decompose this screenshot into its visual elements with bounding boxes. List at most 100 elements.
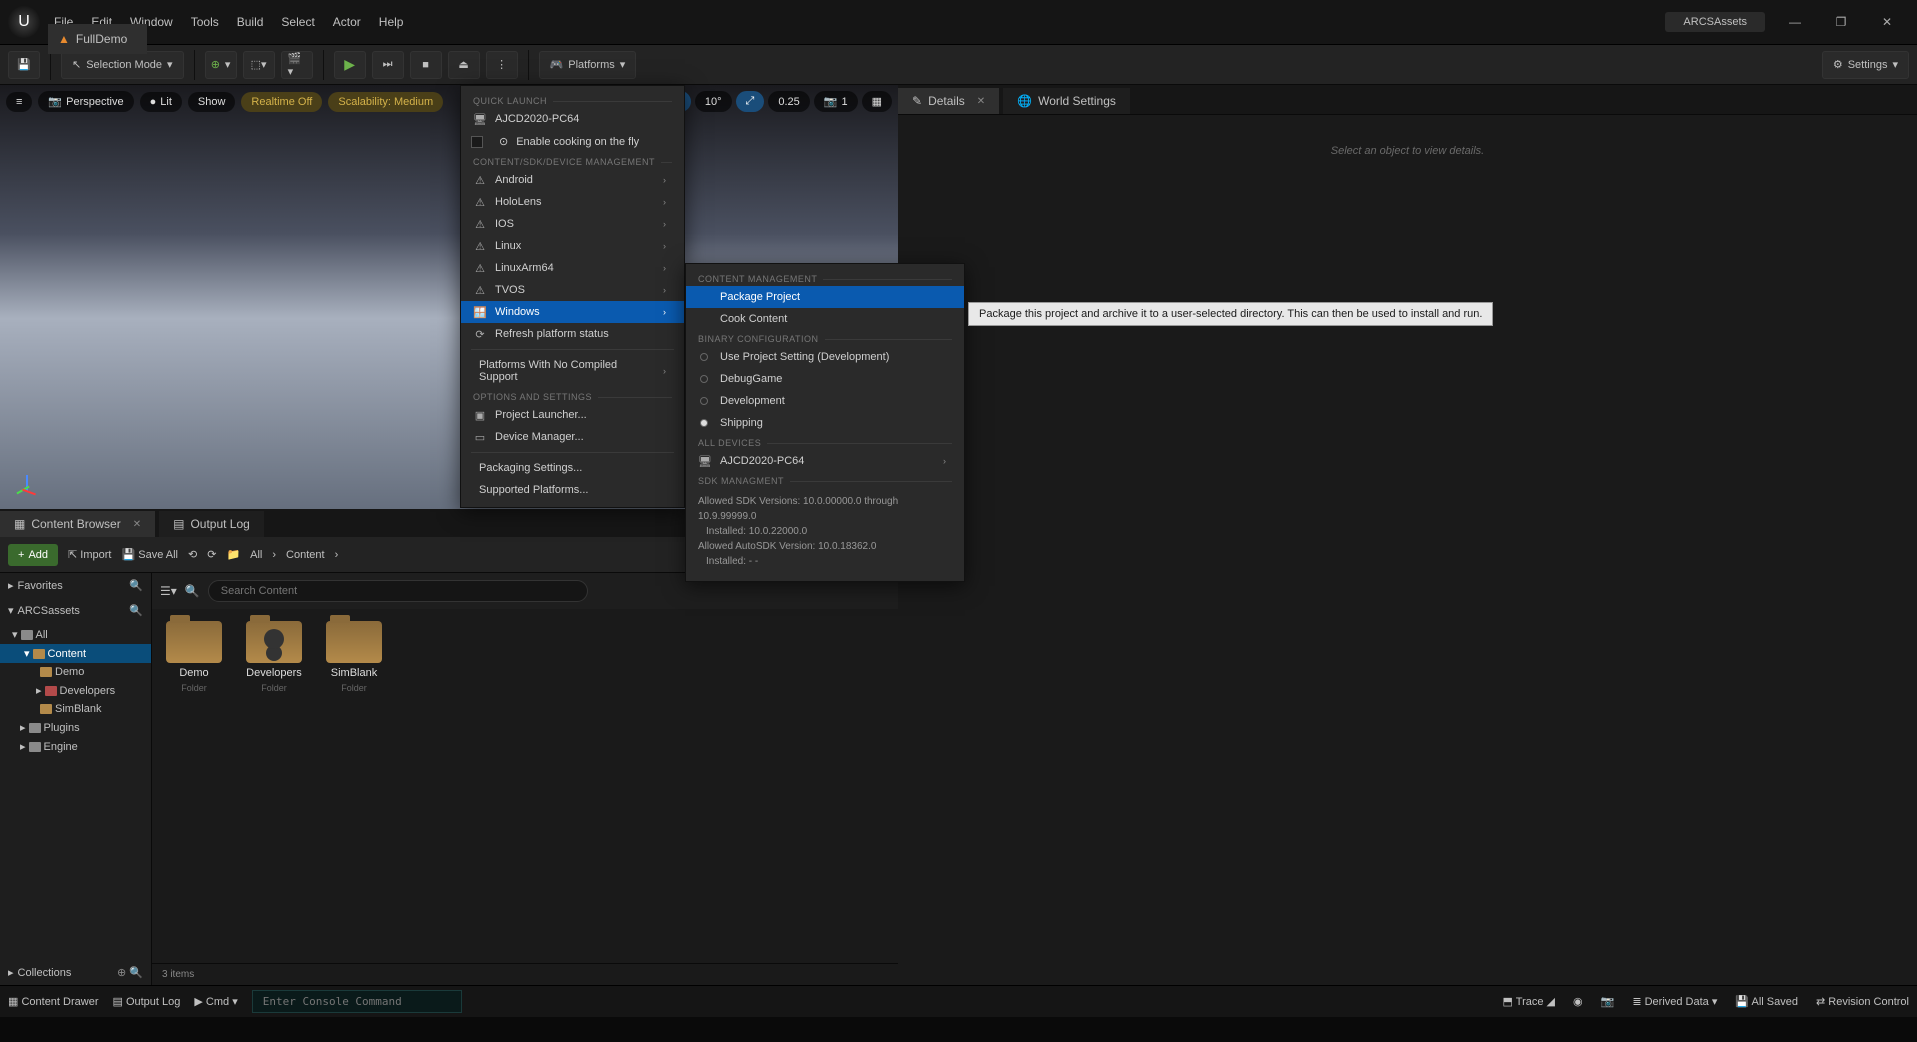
add-content-button[interactable]: ⊕▾ [205, 51, 237, 79]
collections-section[interactable]: ▸ Collections⊕ 🔍 [0, 960, 151, 985]
eject-button[interactable]: ⏏ [448, 51, 480, 79]
menu-actor[interactable]: Actor [333, 15, 361, 29]
section-sdk: SDK MANAGMENT [686, 472, 964, 488]
tree-plugins[interactable]: ▸Plugins [0, 718, 151, 737]
menu-help[interactable]: Help [379, 15, 404, 29]
config-shipping[interactable]: Shipping [686, 412, 964, 434]
viewport-layout-button[interactable]: ▦ [862, 91, 892, 112]
menu-tools[interactable]: Tools [191, 15, 219, 29]
breadcrumb-content[interactable]: Content [286, 549, 325, 561]
realtime-badge[interactable]: Realtime Off [241, 92, 322, 112]
tab-output-log[interactable]: ▤ Output Log [159, 511, 264, 537]
skip-button[interactable]: ⏭ [372, 51, 404, 79]
minimize-button[interactable]: — [1779, 8, 1811, 36]
packaging-settings[interactable]: Packaging Settings... [461, 457, 684, 479]
warning-icon: ⚠ [473, 196, 487, 209]
settings-button[interactable]: ⚙ Settings ▾ [1822, 51, 1909, 79]
perspective-button[interactable]: 📷 Perspective [38, 91, 133, 112]
warning-icon: ⚠ [473, 174, 487, 187]
search-icon[interactable]: 🔍 [129, 604, 143, 617]
platforms-button[interactable]: 🎮 Platforms ▾ [539, 51, 637, 79]
cinematics-button[interactable]: 🎬▾ [281, 51, 313, 79]
scale-value[interactable]: 0.25 [768, 91, 809, 112]
save-button[interactable]: 💾 [8, 51, 40, 79]
play-button[interactable]: ▶ [334, 51, 366, 79]
menu-select[interactable]: Select [281, 15, 314, 29]
show-button[interactable]: Show [188, 92, 236, 112]
scale-snap-button[interactable]: ⤢ [736, 91, 765, 112]
platform-linuxarm64[interactable]: ⚠LinuxArm64› [461, 257, 684, 279]
add-button[interactable]: + Add [8, 544, 58, 566]
platform-windows[interactable]: 🪟Windows› [461, 301, 684, 323]
restore-button[interactable]: ❐ [1825, 8, 1857, 36]
tree-content[interactable]: ▾Content [0, 644, 151, 663]
breadcrumb-all[interactable]: All [250, 549, 262, 561]
import-button[interactable]: ⇱ Import [68, 548, 111, 561]
package-project[interactable]: Package Project [686, 286, 964, 308]
trace-snap-button[interactable]: 📷 [1601, 995, 1615, 1008]
close-button[interactable]: ✕ [1871, 8, 1903, 36]
save-all-button[interactable]: 💾 Save All [121, 548, 178, 561]
filter-button[interactable]: ☰▾ [160, 584, 177, 598]
supported-platforms[interactable]: Supported Platforms... [461, 479, 684, 501]
device-manager[interactable]: ▭Device Manager... [461, 426, 684, 448]
quick-launch-target[interactable]: 🖥AJCD2020-PC64 [461, 108, 684, 130]
platform-ios[interactable]: ⚠IOS› [461, 213, 684, 235]
tree-engine[interactable]: ▸Engine [0, 737, 151, 756]
close-icon[interactable]: ✕ [977, 96, 985, 107]
history-fwd[interactable]: ⟳ [207, 548, 216, 561]
trace-rec-button[interactable]: ◉ [1573, 995, 1583, 1008]
all-saved-button[interactable]: 💾 All Saved [1735, 995, 1798, 1008]
history-back[interactable]: ⟲ [188, 548, 197, 561]
content-drawer-button[interactable]: ▦ Content Drawer [8, 995, 99, 1008]
tree-demo[interactable]: Demo [0, 663, 151, 681]
platform-tvos[interactable]: ⚠TVOS› [461, 279, 684, 301]
play-options-button[interactable]: ⋮ [486, 51, 518, 79]
derived-data-button[interactable]: ≣ Derived Data ▾ [1632, 995, 1717, 1008]
trace-button[interactable]: ⬒ Trace ◢ [1503, 995, 1556, 1008]
enable-cooking-checkbox[interactable]: ⊙ Enable cooking on the fly [461, 130, 684, 153]
cmd-selector[interactable]: ▶ Cmd ▾ [194, 995, 237, 1008]
tab-details[interactable]: ✎ Details✕ [898, 88, 999, 114]
level-tab[interactable]: ▲ FullDemo [48, 24, 147, 54]
platform-hololens[interactable]: ⚠HoloLens› [461, 191, 684, 213]
output-log-button[interactable]: ▤ Output Log [113, 995, 181, 1008]
platform-linux[interactable]: ⚠Linux› [461, 235, 684, 257]
tree-all[interactable]: ▾All [0, 625, 151, 644]
asset-folder-demo[interactable]: Demo Folder [164, 621, 224, 693]
config-development[interactable]: Development [686, 390, 964, 412]
favorites-section[interactable]: ▸ Favorites🔍 [0, 573, 151, 598]
tree-simblank[interactable]: SimBlank [0, 700, 151, 718]
device-pc64[interactable]: 🖥AJCD2020-PC64› [686, 450, 964, 472]
close-icon[interactable]: ✕ [133, 519, 141, 530]
menu-build[interactable]: Build [237, 15, 264, 29]
project-section[interactable]: ▾ ARCSassets🔍 [0, 598, 151, 623]
tab-world-settings[interactable]: 🌐 World Settings [1003, 88, 1130, 114]
platform-android[interactable]: ⚠Android› [461, 169, 684, 191]
platforms-no-support[interactable]: Platforms With No Compiled Support› [461, 354, 684, 388]
marketplace-button[interactable]: ⬚▾ [243, 51, 275, 79]
stop-button[interactable]: ■ [410, 51, 442, 79]
config-debuggame[interactable]: DebugGame [686, 368, 964, 390]
search-input[interactable] [208, 580, 588, 602]
tree-developers[interactable]: ▸Developers [0, 681, 151, 700]
search-icon[interactable]: 🔍 [129, 579, 143, 592]
viewport-menu-button[interactable]: ≡ [6, 92, 32, 112]
tab-content-browser[interactable]: ▦ Content Browser✕ [0, 511, 155, 537]
angle-value[interactable]: 10° [695, 91, 732, 112]
use-project-setting[interactable]: Use Project Setting (Development) [686, 346, 964, 368]
scalability-badge[interactable]: Scalability: Medium [328, 92, 443, 112]
selection-mode-button[interactable]: ↖ Selection Mode ▾ [61, 51, 184, 79]
console-input[interactable] [252, 990, 462, 1013]
revision-control-button[interactable]: ⇄ Revision Control [1816, 995, 1909, 1008]
asset-folder-simblank[interactable]: SimBlank Folder [324, 621, 384, 693]
project-badge[interactable]: ARCSAssets [1665, 12, 1765, 32]
refresh-platforms[interactable]: ⟳Refresh platform status [461, 323, 684, 345]
project-launcher[interactable]: ▣Project Launcher... [461, 404, 684, 426]
cook-content[interactable]: Cook Content [686, 308, 964, 330]
ue-logo[interactable]: U [8, 6, 40, 38]
asset-folder-developers[interactable]: Developers Folder [244, 621, 304, 693]
breadcrumb-folder-icon[interactable]: 📁 [226, 548, 240, 561]
camera-speed-button[interactable]: 📷 1 [814, 91, 858, 112]
lit-button[interactable]: ● Lit [140, 92, 182, 112]
